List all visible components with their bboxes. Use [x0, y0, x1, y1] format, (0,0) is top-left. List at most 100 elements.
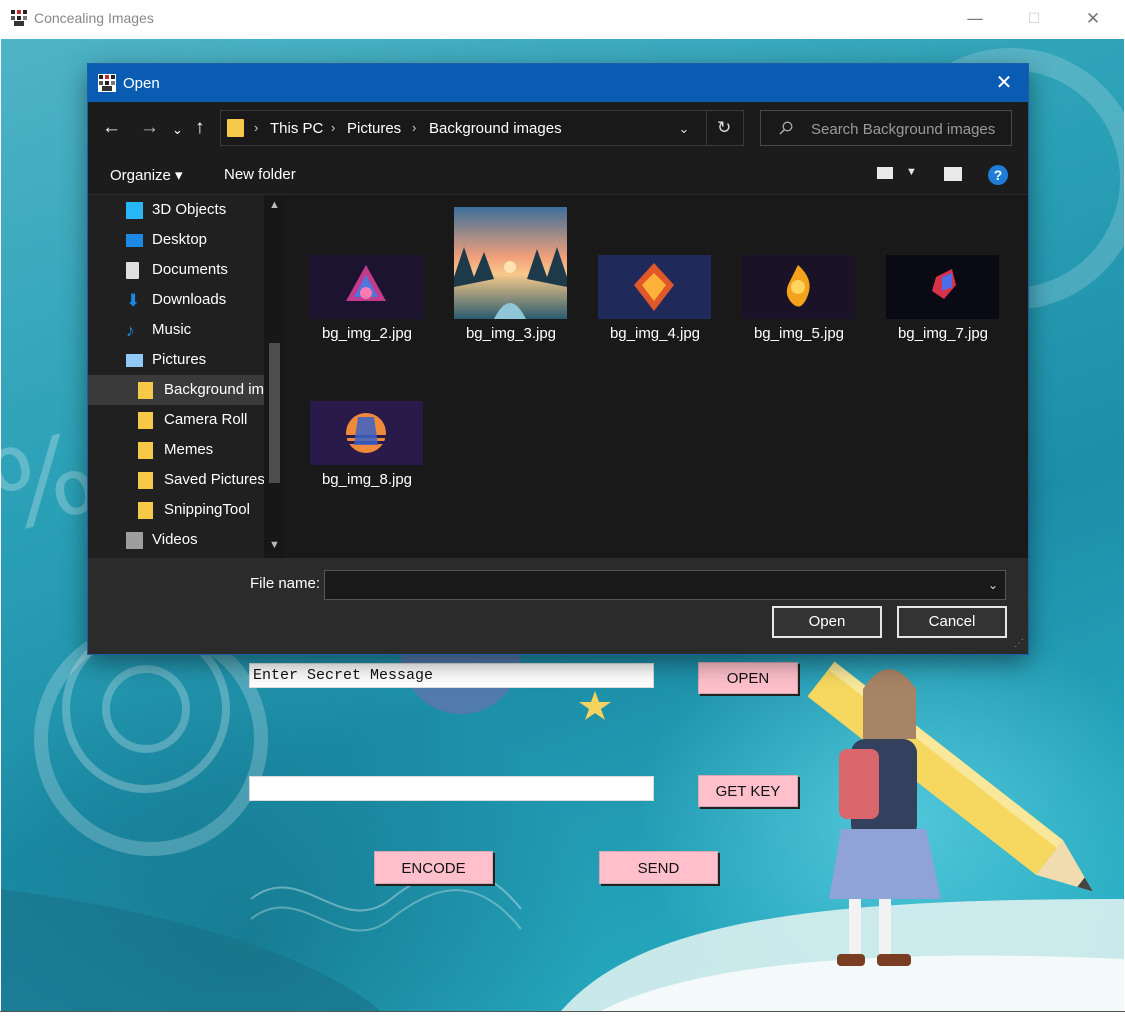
- nav-item-label: Background images: [164, 381, 264, 398]
- organize-menu-button[interactable]: Organize ▾: [110, 166, 183, 184]
- search-box[interactable]: [760, 110, 1012, 146]
- file-name: bg_img_7.jpg: [897, 325, 989, 342]
- file-item[interactable]: bg_img_4.jpg: [591, 205, 719, 345]
- folder-icon: [138, 502, 153, 519]
- file-name-input[interactable]: [324, 570, 1006, 600]
- scrollbar-thumb[interactable]: [269, 343, 280, 483]
- image-thumbnail: [886, 255, 999, 319]
- scroll-up-chevron-icon[interactable]: ▲: [264, 199, 285, 211]
- folder-icon: [138, 382, 153, 399]
- nav-item-camera-roll[interactable]: Camera Roll: [88, 405, 264, 435]
- recent-locations-chevron-icon[interactable]: ⌄: [172, 120, 183, 140]
- view-options-chevron-icon[interactable]: ▼: [906, 166, 917, 178]
- help-icon[interactable]: ?: [988, 165, 1008, 185]
- encode-button[interactable]: ENCODE: [374, 851, 493, 884]
- new-folder-button[interactable]: New folder: [224, 166, 296, 183]
- image-thumbnail: [310, 255, 423, 319]
- pictures-icon: [126, 354, 143, 367]
- nav-item-downloads[interactable]: ⬇ Downloads: [88, 285, 264, 315]
- secret-message-input[interactable]: [249, 663, 654, 688]
- preview-pane-icon[interactable]: [944, 167, 962, 181]
- nav-item-memes[interactable]: Memes: [88, 435, 264, 465]
- app-icon: [10, 9, 28, 27]
- nav-item-label: Downloads: [152, 291, 227, 308]
- file-name-dropdown-chevron-icon[interactable]: ⌄: [988, 578, 998, 592]
- image-thumbnail: [598, 255, 711, 319]
- nav-item-label: Desktop: [152, 231, 208, 248]
- file-item[interactable]: bg_img_3.jpg: [447, 205, 575, 345]
- nav-item-snippingtool[interactable]: SnippingTool: [88, 495, 264, 525]
- nav-item-background-images[interactable]: Background images: [88, 375, 264, 405]
- folder-icon: [227, 119, 244, 137]
- breadcrumb-background-images[interactable]: Background images: [429, 120, 562, 137]
- nav-item-videos[interactable]: Videos: [88, 525, 264, 555]
- file-item[interactable]: bg_img_5.jpg: [735, 205, 863, 345]
- file-item[interactable]: bg_img_8.jpg: [303, 351, 431, 491]
- search-icon: [779, 121, 793, 135]
- nav-item-label: Videos: [152, 531, 198, 548]
- up-arrow-icon[interactable]: ↑: [195, 118, 205, 138]
- file-name-label: File name:: [250, 575, 321, 592]
- file-name: bg_img_2.jpg: [321, 325, 413, 342]
- get-key-button[interactable]: GET KEY: [698, 775, 798, 807]
- image-thumbnail: [310, 401, 423, 465]
- nav-item-label: 3D Objects: [152, 201, 227, 218]
- file-item[interactable]: bg_img_7.jpg: [879, 205, 1007, 345]
- maximize-button[interactable]: ☐: [1011, 4, 1057, 34]
- nav-item-label: Saved Pictures: [164, 471, 264, 488]
- file-name: bg_img_3.jpg: [465, 325, 557, 342]
- navigation-pane: 3D Objects Desktop Documents ⬇ Downloads ♪ Mus…: [88, 195, 285, 558]
- scroll-down-chevron-icon[interactable]: ▼: [264, 539, 285, 551]
- nav-item-3d-objects[interactable]: 3D Objects: [88, 195, 264, 225]
- nav-item-label: SnippingTool: [164, 501, 250, 518]
- forward-arrow-icon[interactable]: →: [140, 118, 159, 138]
- minimize-button[interactable]: —: [952, 4, 998, 34]
- desktop-icon: [126, 234, 143, 247]
- send-button[interactable]: SEND: [599, 851, 718, 884]
- nav-item-label: Camera Roll: [164, 411, 248, 428]
- file-name: bg_img_4.jpg: [609, 325, 701, 342]
- nav-item-pictures[interactable]: Pictures: [88, 345, 264, 375]
- search-input[interactable]: [809, 118, 1008, 140]
- breadcrumb-separator: ›: [412, 120, 417, 135]
- dialog-open-button[interactable]: Open: [772, 606, 882, 638]
- dialog-title: Open: [123, 75, 160, 92]
- nav-item-saved-pictures[interactable]: Saved Pictures: [88, 465, 264, 495]
- nav-item-label: Pictures: [152, 351, 207, 368]
- file-list: bg_img_2.jpg bg_img_3.jpg bg_img_4.jpg b…: [285, 195, 1028, 558]
- address-bar[interactable]: › This PC › Pictures › Background images…: [220, 110, 744, 146]
- download-arrow-icon: ⬇: [126, 291, 141, 310]
- nav-item-desktop[interactable]: Desktop: [88, 225, 264, 255]
- folder-icon: [138, 412, 153, 429]
- dialog-nav-row: ← → ⌄ ↑ › This PC › Pictures › Backgroun…: [88, 102, 1028, 154]
- dialog-cancel-button[interactable]: Cancel: [897, 606, 1007, 638]
- navigation-scrollbar[interactable]: ▲ ▼: [264, 195, 285, 558]
- breadcrumb-pictures[interactable]: Pictures: [347, 120, 401, 137]
- dialog-titlebar: Open ✕: [88, 64, 1028, 102]
- breadcrumb-separator: ›: [331, 120, 336, 135]
- key-input[interactable]: [249, 776, 654, 801]
- nav-item-label: Music: [152, 321, 192, 338]
- nav-item-label: Memes: [164, 441, 214, 458]
- breadcrumb-separator: ›: [254, 120, 259, 135]
- cube-icon: [126, 202, 143, 219]
- change-view-icon[interactable]: [877, 167, 893, 179]
- refresh-icon[interactable]: ↻: [717, 118, 731, 138]
- close-button[interactable]: ✕: [1070, 4, 1116, 34]
- dialog-close-button[interactable]: ✕: [984, 68, 1024, 98]
- nav-item-label: Documents: [152, 261, 228, 278]
- open-file-dialog: Open ✕ ← → ⌄ ↑ › This PC › Pictures › Ba…: [88, 64, 1028, 654]
- address-dropdown-chevron-icon[interactable]: ⌄: [677, 121, 691, 137]
- open-button[interactable]: OPEN: [698, 662, 798, 694]
- file-item[interactable]: bg_img_2.jpg: [303, 205, 431, 345]
- document-icon: [126, 262, 139, 279]
- breadcrumb-this-pc[interactable]: This PC: [270, 120, 323, 137]
- app-title: Concealing Images: [34, 10, 154, 26]
- resize-grip-icon[interactable]: ⋰: [1014, 638, 1024, 649]
- nav-item-music[interactable]: ♪ Music: [88, 315, 264, 345]
- nav-item-documents[interactable]: Documents: [88, 255, 264, 285]
- address-divider: [706, 111, 707, 145]
- dialog-bottom-bar: File name: ⌄ Open Cancel ⋰: [88, 558, 1028, 654]
- back-arrow-icon[interactable]: ←: [102, 118, 121, 138]
- file-name: bg_img_8.jpg: [321, 471, 413, 488]
